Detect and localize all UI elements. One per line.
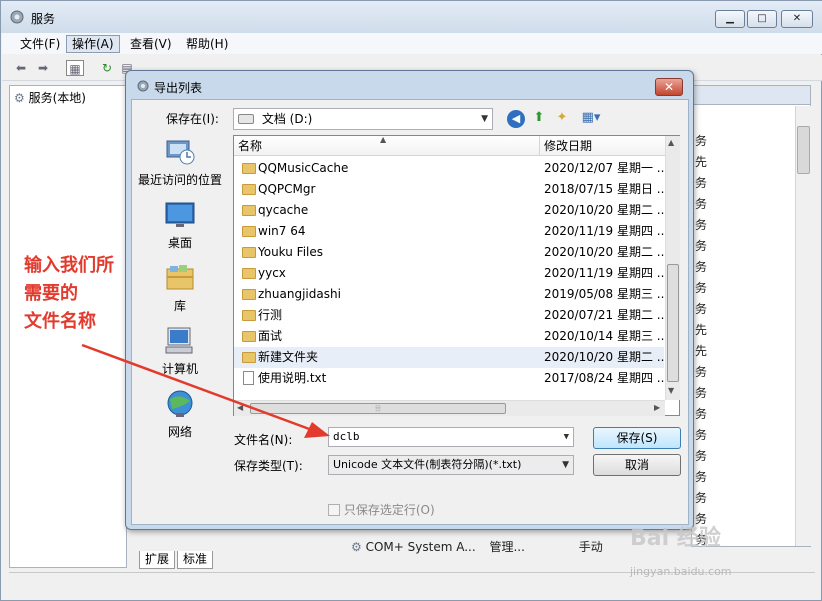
- baidu-watermark: Bai 经验: [630, 526, 721, 551]
- annotation-arrow: [81, 343, 330, 438]
- baidu-watermark-url: jingyan.baidu.com: [630, 565, 732, 578]
